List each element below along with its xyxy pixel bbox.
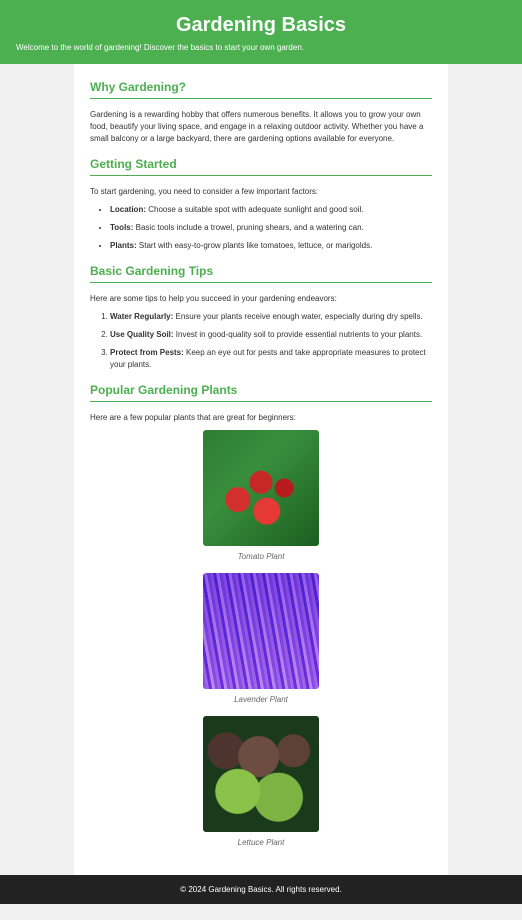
lettuce-image xyxy=(203,716,319,832)
section-heading-getting-started: Getting Started xyxy=(90,157,432,176)
page-title: Gardening Basics xyxy=(16,14,506,37)
page-header: Gardening Basics Welcome to the world of… xyxy=(0,0,522,64)
getting-started-intro: To start gardening, you need to consider… xyxy=(90,186,432,198)
page-footer: © 2024 Gardening Basics. All rights rese… xyxy=(0,875,522,904)
plant-caption: Lavender Plant xyxy=(90,695,432,704)
tomato-image xyxy=(203,430,319,546)
list-item: Tools: Basic tools include a trowel, pru… xyxy=(110,222,432,234)
list-item: Protect from Pests: Keep an eye out for … xyxy=(110,347,432,371)
plant-card-tomato: Tomato Plant xyxy=(90,430,432,561)
list-item: Location: Choose a suitable spot with ad… xyxy=(110,204,432,216)
plant-card-lettuce: Lettuce Plant xyxy=(90,716,432,847)
page-subtitle: Welcome to the world of gardening! Disco… xyxy=(16,43,506,52)
section-heading-tips: Basic Gardening Tips xyxy=(90,264,432,283)
main-content: Why Gardening? Gardening is a rewarding … xyxy=(74,64,448,875)
tips-intro: Here are some tips to help you succeed i… xyxy=(90,293,432,305)
tips-list: Water Regularly: Ensure your plants rece… xyxy=(90,311,432,371)
lavender-image xyxy=(203,573,319,689)
plant-caption: Tomato Plant xyxy=(90,552,432,561)
why-text: Gardening is a rewarding hobby that offe… xyxy=(90,109,432,145)
getting-started-list: Location: Choose a suitable spot with ad… xyxy=(90,204,432,252)
section-heading-plants: Popular Gardening Plants xyxy=(90,383,432,402)
section-heading-why: Why Gardening? xyxy=(90,80,432,99)
list-item: Water Regularly: Ensure your plants rece… xyxy=(110,311,432,323)
plants-intro: Here are a few popular plants that are g… xyxy=(90,412,432,424)
list-item: Plants: Start with easy-to-grow plants l… xyxy=(110,240,432,252)
list-item: Use Quality Soil: Invest in good-quality… xyxy=(110,329,432,341)
plant-card-lavender: Lavender Plant xyxy=(90,573,432,704)
plant-caption: Lettuce Plant xyxy=(90,838,432,847)
